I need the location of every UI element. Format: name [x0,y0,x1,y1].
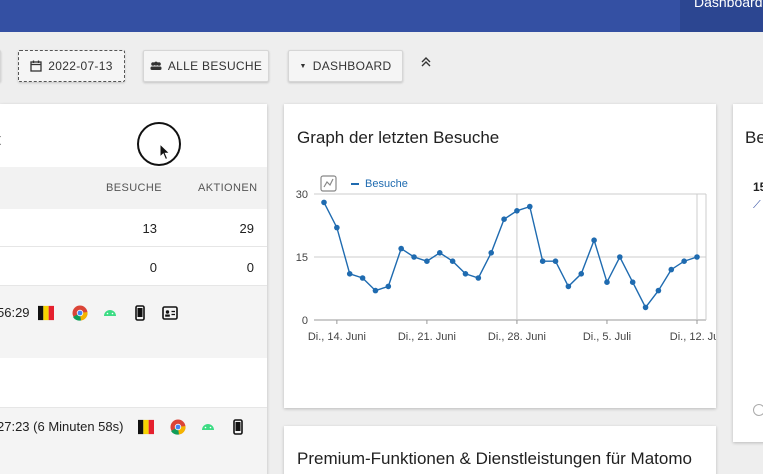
column-header-visits[interactable]: BESUCHE [106,182,162,194]
data-point[interactable] [629,279,636,285]
android-icon [202,424,214,430]
calendar-icon [30,60,42,72]
right-widget: Be 15 ⟋ [733,104,763,442]
metric-value: 15 [753,180,763,194]
series-line-besuche [323,202,698,309]
cell-visits: 0 [149,260,157,275]
visit-time: 56:29 [0,305,30,320]
users-icon [150,61,162,70]
y-axis-labels: 30 15 0 [296,189,308,327]
data-point[interactable] [668,266,675,273]
data-point[interactable] [488,250,495,256]
data-point[interactable] [604,279,610,285]
visits-graph-widget: Graph der letzten Besuche 30 15 0 Di., 14.… [284,104,716,408]
visits-line-chart[interactable]: 30 15 0 Di., 14. Juni Di., 21. Juni Di., 28.… [284,166,716,408]
mouse-cursor-icon [159,143,171,161]
widget-title: Premium-Funktionen & Dienstleistungen fü… [297,449,692,468]
widget-title: Be [745,128,763,147]
flag-belgium-icon [38,305,54,321]
flag-belgium-icon [138,419,154,435]
x-tick-label: Di., 28. Juni [488,331,546,343]
data-point[interactable] [372,287,379,294]
table-header: BESUCHE AKTIONEN [0,167,267,209]
data-point[interactable] [398,245,404,252]
segment-label: ALLE BESUCHE [167,59,263,73]
data-point[interactable] [462,271,469,277]
chart-legend: Besuche [320,175,408,192]
data-point[interactable] [449,258,456,264]
x-axis-labels: Di., 14. Juni Di., 21. Juni Di., 28. Juni D… [308,331,716,343]
tab-dashboard[interactable]: Dashboard [680,0,763,32]
data-point[interactable] [475,275,482,281]
visitor-log-entry[interactable]: 56:29 [0,286,267,358]
table-row[interactable]: 13 29 [0,209,267,247]
date-label: 2022-07-13 [48,59,113,73]
data-point[interactable] [591,237,597,243]
date-selector-button[interactable]: 2022-07-13 [18,50,125,82]
widget-title: t [0,130,1,150]
chrome-icon [170,419,186,435]
legend-label[interactable]: Besuche [365,178,408,190]
data-point[interactable] [321,199,327,206]
minus-circle-icon[interactable] [753,404,763,416]
data-point[interactable] [501,216,507,222]
data-point[interactable] [436,250,443,256]
smartphone-icon [135,305,145,321]
data-point[interactable] [424,258,430,264]
data-point[interactable] [642,304,649,311]
cell-visits: 13 [142,221,157,236]
data-point[interactable] [552,258,559,264]
y-tick-label: 30 [296,189,308,201]
data-point[interactable] [681,258,687,264]
dashboard-menu-button[interactable]: ▼ DASHBOARD [288,50,403,82]
x-tick-label: Di., 5. Juli [583,331,631,343]
series-points [321,199,700,311]
y-tick-label: 0 [302,315,308,327]
x-tick-label: Di., 14. Juni [308,331,366,343]
segment-selector-button[interactable]: ALLE BESUCHE [143,50,269,82]
android-icon [104,310,116,316]
visitor-log-item[interactable] [0,358,267,408]
data-point[interactable] [565,283,572,290]
data-point[interactable] [526,203,533,210]
y-tick-label: 15 [296,252,308,264]
dashboard-toolbar: 2022-07-13 ALLE BESUCHE ▼ DASHBOARD [0,32,763,102]
visits-overview-widget: t BESUCHE AKTIONEN 13 29 0 0 56:29 27:2 [0,104,267,474]
caret-down-icon: ▼ [299,62,307,70]
dashboard-menu-label: DASHBOARD [312,59,392,73]
data-point[interactable] [346,271,353,277]
data-point[interactable] [578,271,585,277]
visitor-log-entry[interactable]: 27:23 (6 Minuten 58s) [0,408,267,474]
chrome-icon [72,305,88,321]
collapse-up-icon[interactable] [419,56,433,72]
previous-control-button[interactable] [0,50,1,82]
sparkline-icon: ⟋ [753,199,761,211]
data-point[interactable] [411,254,417,260]
data-point[interactable] [334,224,340,231]
visit-time: 27:23 (6 Minuten 58s) [0,419,124,434]
table-row[interactable]: 0 0 [0,248,267,286]
x-tick-label: Di., 21. Juni [398,331,456,343]
data-point[interactable] [359,275,366,281]
data-point[interactable] [655,287,662,294]
data-point[interactable] [385,283,392,290]
data-point[interactable] [617,254,623,260]
top-navigation-bar: Dashboard [0,0,763,32]
cell-actions: 29 [239,221,254,236]
cell-actions: 0 [246,260,254,275]
data-point[interactable] [514,208,520,214]
widget-title: Graph der letzten Besuche [297,128,500,147]
visitor-profile-icon[interactable] [162,305,178,321]
data-point[interactable] [694,254,700,260]
x-tick-label: Di., 12. Juli [670,331,716,343]
smartphone-icon [233,419,243,435]
premium-features-widget: Premium-Funktionen & Dienstleistungen fü… [284,426,716,474]
data-point[interactable] [539,258,546,264]
column-header-actions[interactable]: AKTIONEN [198,182,257,194]
